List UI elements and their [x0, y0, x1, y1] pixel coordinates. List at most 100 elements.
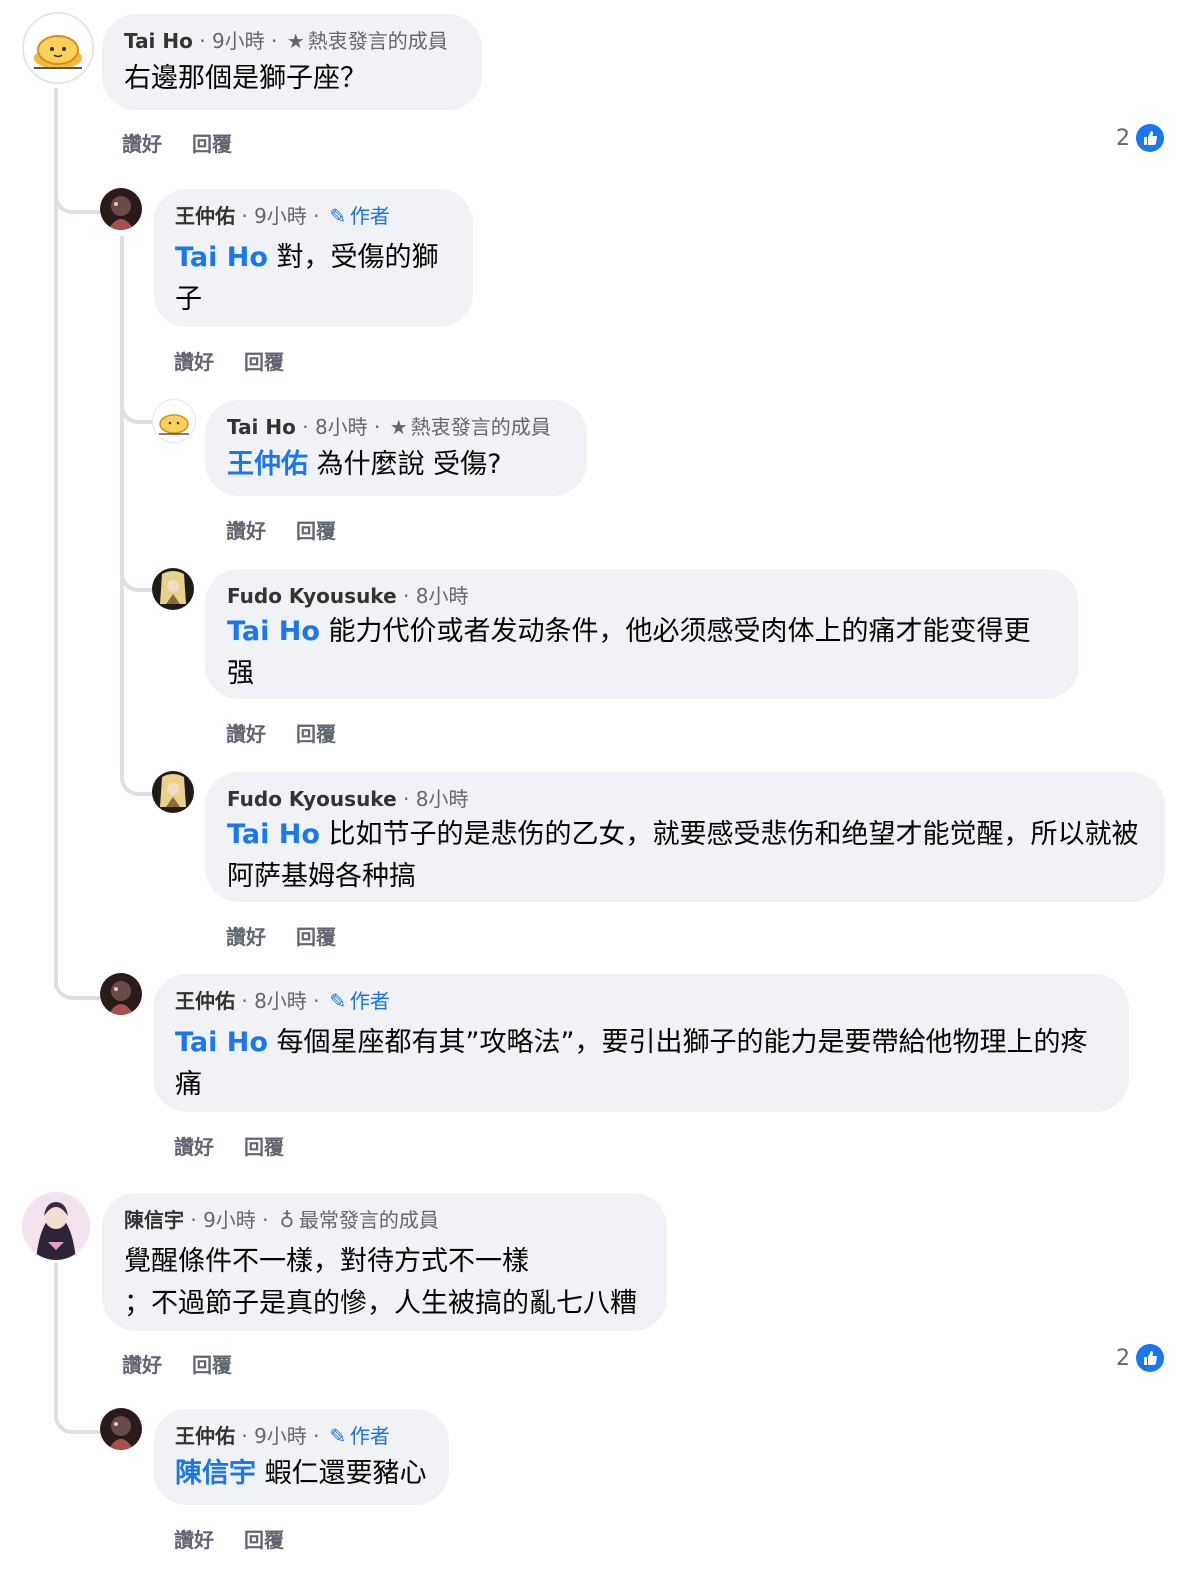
comment-text-line: 痛 [175, 1069, 202, 1100]
comment-actions: 讚好 回覆 [174, 346, 314, 375]
thumbs-up-icon [1136, 124, 1164, 152]
reply-button[interactable]: 回覆 [192, 132, 232, 156]
commenter-name[interactable]: Fudo Kyousuke [227, 584, 397, 608]
avatar[interactable] [100, 1408, 142, 1450]
avatar[interactable] [22, 1192, 90, 1260]
comment-bubble: Fudo Kyousuke · 8小時 Tai Ho 能力代价或者发动条件，他必… [205, 569, 1079, 699]
mention-link[interactable]: Tai Ho [227, 616, 320, 647]
timestamp[interactable]: 8小時 [416, 584, 469, 608]
comment-actions: 讚好 回覆 [226, 515, 366, 544]
commenter-name[interactable]: Fudo Kyousuke [227, 787, 397, 811]
reply-button[interactable]: 回覆 [244, 350, 284, 374]
comment-actions: 讚好 回覆 [122, 1349, 262, 1378]
comment-text: 覺醒條件不一樣，對待方式不一樣 ；不過節子是真的慘，人生被搞的亂七八糟 [124, 1241, 645, 1325]
member-badge: 熱衷發言的成員 [307, 29, 448, 53]
mention-link[interactable]: Tai Ho [175, 1027, 268, 1058]
comment-text-line: 每個星座都有其”攻略法”，要引出獅子的能力是要帶給他物理上的疼 [267, 1027, 1088, 1058]
reaction-count[interactable]: 2 [1116, 1344, 1164, 1372]
comment-text-line: 能力代价或者发动条件，他必须感受肉体上的痛才能变得更 [319, 616, 1031, 647]
like-button[interactable]: 讚好 [122, 1353, 162, 1377]
thread-line-2 [120, 236, 124, 756]
comment-text-line: 覺醒條件不一樣，對待方式不一樣 [124, 1246, 529, 1277]
mention-link[interactable]: Tai Ho [227, 819, 320, 850]
reply-button[interactable]: 回覆 [192, 1353, 232, 1377]
reply-button[interactable]: 回覆 [244, 1135, 284, 1159]
thread-line-1 [54, 88, 58, 988]
mention-link[interactable]: 王仲佑 [227, 449, 308, 480]
comment-text-line: 比如节子的是悲伤的乙女，就要感受悲伤和绝望才能觉醒，所以就被 [319, 819, 1139, 850]
comment-text: Tai Ho 比如节子的是悲伤的乙女，就要感受悲伤和绝望才能觉醒，所以就被阿萨基… [227, 814, 1143, 898]
avatar[interactable] [152, 568, 194, 610]
reply-button[interactable]: 回覆 [296, 925, 336, 949]
commenter-name[interactable]: 王仲佑 [175, 204, 235, 228]
comment-meta: Fudo Kyousuke · 8小時 [227, 787, 469, 811]
thumbs-up-icon [1136, 1344, 1164, 1372]
timestamp[interactable]: 8小時 [315, 415, 368, 439]
comment-bubble: Tai Ho · 9小時 · ★ 熱衷發言的成員 右邊那個是獅子座？ [102, 14, 482, 110]
comment-text: Tai Ho 能力代价或者发动条件，他必须感受肉体上的痛才能变得更强 [227, 611, 1057, 695]
timestamp[interactable]: 9小時 [203, 1208, 256, 1232]
reply-button[interactable]: 回覆 [244, 1528, 284, 1552]
mention-link[interactable]: Tai Ho [175, 242, 268, 273]
commenter-name[interactable]: 王仲佑 [175, 989, 235, 1013]
comment-bubble: 陳信宇 · 9小時 · ♁ 最常發言的成員 覺醒條件不一樣，對待方式不一樣 ；不過節… [102, 1193, 667, 1331]
like-button[interactable]: 讚好 [174, 350, 214, 374]
pencil-icon: ✎ [329, 989, 347, 1013]
comment-text-line: 蝦仁還要豬心 [256, 1458, 427, 1489]
star-icon: ★ [286, 29, 305, 53]
reaction-count[interactable]: 2 [1116, 124, 1164, 152]
member-badge: 熱衷發言的成員 [410, 415, 551, 439]
timestamp[interactable]: 8小時 [416, 787, 469, 811]
comment-text: Tai Ho 對，受傷的獅子 [175, 237, 451, 321]
comment-text: Tai Ho 每個星座都有其”攻略法”，要引出獅子的能力是要帶給他物理上的疼痛 [175, 1022, 1107, 1106]
like-count: 2 [1116, 125, 1130, 151]
comment-text-line: 强 [227, 658, 254, 689]
timestamp[interactable]: 9小時 [254, 1424, 307, 1448]
timestamp[interactable]: 9小時 [254, 204, 307, 228]
star-icon: ★ [389, 415, 408, 439]
author-badge: 作者 [349, 204, 390, 228]
like-button[interactable]: 讚好 [226, 925, 266, 949]
comment-meta: 王仲佑 · 8小時 · ✎ 作者 [175, 986, 1107, 1016]
comment-meta: Tai Ho · 9小時 · ★ 熱衷發言的成員 [124, 26, 460, 56]
comment-meta: 陳信宇 · 9小時 · ♁ 最常發言的成員 [124, 1205, 645, 1235]
comment-text-line: ；不過節子是真的慘，人生被搞的亂七八糟 [124, 1288, 637, 1319]
comment-actions: 讚好 回覆 [226, 921, 366, 950]
mention-link[interactable]: 陳信宇 [175, 1458, 256, 1489]
avatar[interactable] [100, 188, 142, 230]
comment-actions: 讚好 回覆 [226, 718, 366, 747]
timestamp[interactable]: 8小時 [254, 989, 307, 1013]
like-button[interactable]: 讚好 [174, 1528, 214, 1552]
like-button[interactable]: 讚好 [122, 132, 162, 156]
avatar[interactable] [152, 399, 196, 443]
avatar[interactable] [100, 973, 142, 1015]
comment-meta: Fudo Kyousuke · 8小時 [227, 584, 469, 608]
thread-branch [54, 1380, 100, 1434]
commenter-name[interactable]: 陳信宇 [124, 1208, 184, 1232]
comment-text: 右邊那個是獅子座？ [124, 63, 367, 94]
thread-branch [54, 160, 100, 214]
comment-actions: 讚好 回覆 [174, 1131, 314, 1160]
comment-bubble: Fudo Kyousuke · 8小時 Tai Ho 比如节子的是悲伤的乙女，就… [205, 772, 1165, 902]
thread-branch [120, 380, 152, 424]
author-badge: 作者 [349, 989, 390, 1013]
comment-actions: 讚好 回覆 [174, 1524, 314, 1553]
like-count: 2 [1116, 1345, 1130, 1371]
commenter-name[interactable]: Tai Ho [124, 29, 193, 53]
comment-meta: 王仲佑 · 9小時 · ✎ 作者 [175, 201, 451, 231]
like-button[interactable]: 讚好 [174, 1135, 214, 1159]
like-button[interactable]: 讚好 [226, 722, 266, 746]
commenter-name[interactable]: Tai Ho [227, 415, 296, 439]
timestamp[interactable]: 9小時 [212, 29, 265, 53]
comment-text-line: 阿萨基姆各种搞 [227, 861, 416, 892]
avatar[interactable] [152, 771, 194, 813]
award-icon: ♁ [279, 1208, 295, 1232]
comment-bubble: 王仲佑 · 9小時 · ✎ 作者 陳信宇 蝦仁還要豬心 [153, 1409, 449, 1505]
commenter-name[interactable]: 王仲佑 [175, 1424, 235, 1448]
reply-button[interactable]: 回覆 [296, 519, 336, 543]
avatar[interactable] [22, 12, 94, 84]
reply-button[interactable]: 回覆 [296, 722, 336, 746]
author-badge: 作者 [349, 1424, 390, 1448]
like-button[interactable]: 讚好 [226, 519, 266, 543]
pencil-icon: ✎ [329, 1424, 347, 1448]
